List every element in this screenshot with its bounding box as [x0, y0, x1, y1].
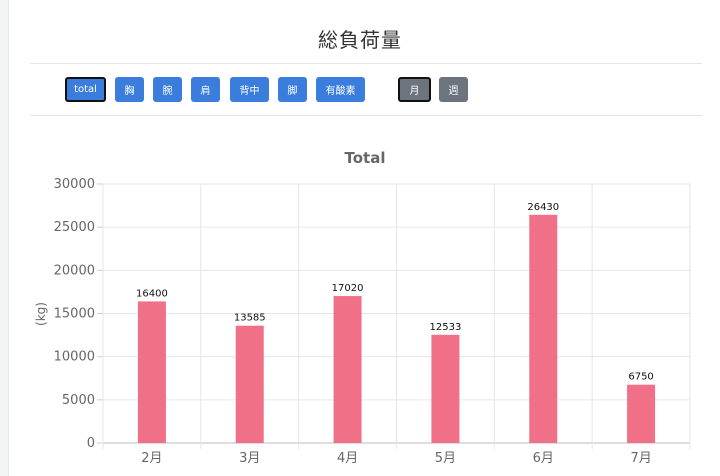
y-tick-label: 20000: [54, 263, 95, 278]
data-label: 17020: [332, 283, 364, 294]
y-tick-label: 30000: [54, 177, 95, 192]
bar: [235, 325, 264, 443]
x-tick-label: 2月: [141, 451, 162, 466]
bar: [431, 334, 460, 443]
x-tick-label: 6月: [533, 451, 554, 466]
y-tick-label: 0: [87, 436, 95, 451]
x-tick-label: 7月: [630, 451, 651, 466]
data-label: 26430: [527, 202, 559, 213]
data-label: 13585: [234, 313, 266, 324]
data-label: 6750: [628, 372, 653, 383]
grid-layer: [97, 183, 691, 449]
y-axis-label: (kg): [34, 302, 48, 326]
x-tick-label: 5月: [435, 451, 456, 466]
x-tick-label: 4月: [337, 451, 358, 466]
data-label: 12533: [430, 322, 462, 333]
bar: [627, 384, 656, 443]
page: 総負荷量 total 胸 腕 肩 背中 脚 有酸素 月 週 Total 0 500…: [0, 0, 720, 476]
data-label: 16400: [136, 288, 168, 299]
x-tick-label: 3月: [239, 451, 260, 466]
y-tick-label: 10000: [54, 350, 95, 365]
y-tick-label: 25000: [54, 220, 95, 235]
bar: [333, 296, 362, 443]
bar: [529, 214, 558, 443]
y-tick-label: 15000: [54, 307, 95, 322]
bar-chart: 0 5000 10000 15000 20000 25000 30000 16400 2月 135…: [34, 177, 691, 466]
bar: [137, 301, 166, 443]
y-tick-label: 5000: [62, 393, 95, 408]
